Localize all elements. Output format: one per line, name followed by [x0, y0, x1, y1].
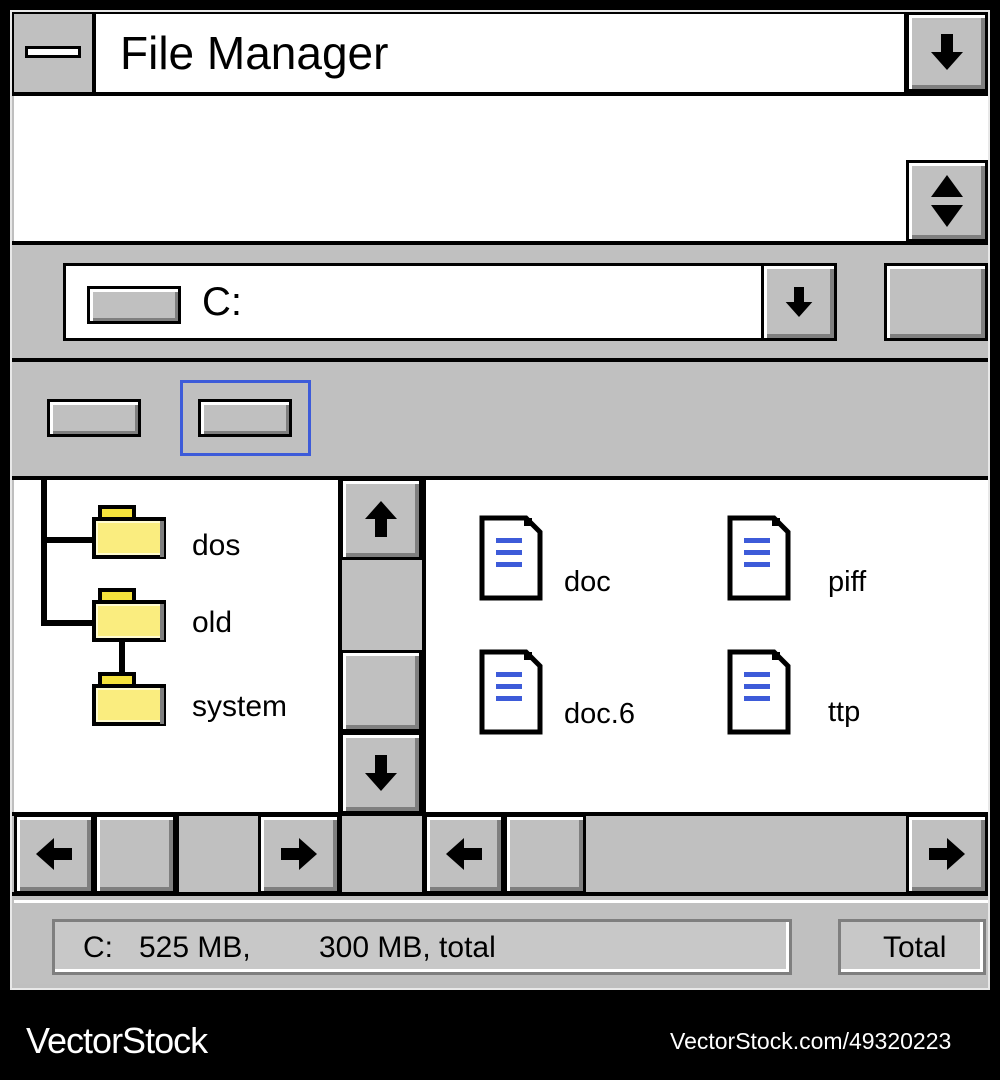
directory-tree-pane	[14, 480, 338, 812]
arrow-up-icon	[365, 501, 397, 537]
watermark-brand: VectorStock	[26, 1020, 208, 1061]
tree-item-dos[interactable]: dos	[90, 505, 240, 566]
tree-scroll-up-button[interactable]	[340, 478, 422, 560]
file-scroll-right-button[interactable]	[906, 814, 988, 894]
file-item-piff[interactable]: piff	[726, 514, 866, 607]
folder-icon	[92, 672, 166, 726]
tree-scroll-left-button[interactable]	[14, 814, 94, 894]
document-icon	[727, 649, 791, 735]
file-item-label: ttp	[828, 696, 861, 728]
menu-area	[14, 96, 988, 241]
folder-icon	[92, 505, 166, 559]
file-item-label: piff	[828, 566, 867, 598]
arrow-up-down-icon	[931, 175, 963, 227]
restore-button[interactable]	[906, 160, 988, 242]
title-area: File Manager	[96, 14, 904, 92]
window-title: File Manager	[120, 27, 389, 79]
tree-item-old[interactable]: old	[90, 588, 232, 649]
drive-select[interactable]: C:	[63, 263, 837, 341]
total-button[interactable]: Total	[838, 919, 986, 975]
scroll-corner	[342, 816, 422, 892]
status-info-field: C: 525 MB, 300 MB, total	[52, 919, 792, 975]
total-button-label: Total	[883, 931, 947, 964]
document-icon	[479, 515, 543, 601]
tree-line	[41, 480, 47, 626]
minimize-button[interactable]	[906, 12, 988, 92]
tree-scroll-down-button[interactable]	[340, 732, 422, 814]
file-scroll-left-button[interactable]	[424, 814, 504, 894]
tree-item-label: old	[192, 606, 233, 639]
file-hscroll-thumb[interactable]	[504, 814, 586, 894]
file-item-label: doc.6	[564, 698, 635, 730]
drive-icon	[87, 286, 181, 324]
drive-select-value: C:	[202, 280, 242, 324]
file-item-ttp[interactable]: ttp	[726, 648, 860, 741]
document-icon	[727, 515, 791, 601]
chevron-down-icon	[785, 287, 813, 317]
tree-scroll-right-button[interactable]	[258, 814, 340, 894]
system-menu-button[interactable]	[14, 14, 92, 92]
file-item-label: doc	[564, 566, 611, 598]
drive-dropdown-button[interactable]	[761, 263, 837, 341]
arrow-down-icon	[365, 755, 397, 791]
view-tree-button[interactable]	[47, 399, 141, 437]
tree-item-label: system	[192, 690, 288, 723]
tree-hscroll-thumb[interactable]	[94, 814, 176, 894]
tree-item-label: dos	[192, 529, 241, 562]
view-files-button[interactable]	[198, 399, 292, 437]
arrow-right-icon	[929, 838, 965, 870]
view-toolbar	[14, 362, 988, 476]
tree-scroll-thumb[interactable]	[340, 650, 422, 732]
arrow-down-icon	[931, 34, 963, 70]
status-bar-highlight	[14, 900, 988, 903]
system-menu-icon	[25, 46, 81, 58]
watermark-band: VectorStock VectorStock.com/49320223	[0, 1000, 1000, 1080]
arrow-left-icon	[36, 838, 72, 870]
file-item-doc[interactable]: doc	[478, 514, 611, 607]
folder-icon	[92, 588, 166, 642]
drive-action-button[interactable]	[884, 263, 988, 341]
tree-item-system[interactable]: system	[90, 672, 287, 733]
arrow-left-icon	[446, 838, 482, 870]
status-free-space: 525 MB,	[139, 931, 251, 964]
document-icon	[479, 649, 543, 735]
file-item-doc6[interactable]: doc.6	[478, 648, 635, 741]
divider	[176, 816, 179, 892]
arrow-right-icon	[281, 838, 317, 870]
watermark-url: VectorStock.com/49320223	[670, 1028, 952, 1054]
status-drive: C:	[83, 931, 113, 964]
status-total-space: 300 MB, total	[319, 931, 496, 964]
